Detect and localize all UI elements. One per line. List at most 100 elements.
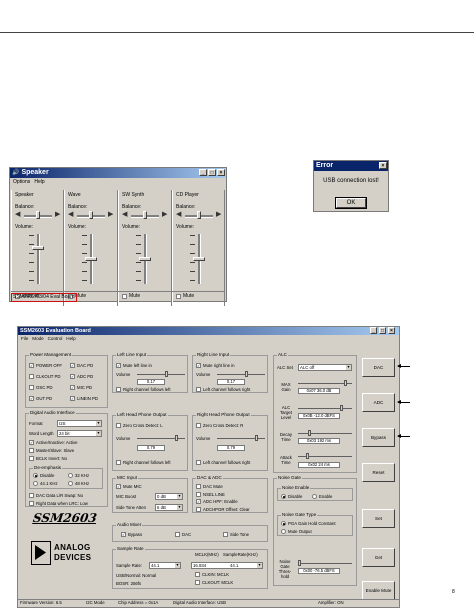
dai-checkbox[interactable]: ✓ — [29, 440, 34, 445]
eval-menu-control[interactable]: Control — [48, 336, 63, 341]
volume-slider[interactable] — [85, 257, 97, 261]
max-gain-slider[interactable] — [344, 380, 347, 386]
set-button[interactable]: Set — [362, 509, 395, 528]
right-line-follow-checkbox[interactable] — [196, 387, 201, 392]
word-length-select[interactable]: 24 bit ▼ — [57, 430, 102, 437]
maximize-icon[interactable]: □ — [208, 169, 216, 176]
balance-slider[interactable] — [89, 211, 93, 219]
eval-menu-mode[interactable]: Mode — [32, 336, 44, 341]
eval-title-bar[interactable]: SSM2603 Evaluation Board _ □ × — [18, 327, 399, 335]
right-hp-zc-checkbox[interactable] — [196, 423, 201, 428]
alc-set-select[interactable]: ALC off ▼ — [298, 364, 352, 371]
mic-boost-select[interactable]: 0 dB ▼ — [155, 493, 183, 500]
mute-output-radio[interactable] — [281, 529, 286, 534]
menu-help[interactable]: Help — [34, 179, 44, 185]
adc-button[interactable]: ADC — [362, 393, 395, 412]
clkout-checkbox[interactable] — [195, 580, 200, 585]
mic-input-title: MIC Input — [116, 475, 138, 480]
dai-checkbox[interactable] — [29, 456, 34, 461]
status-mode: I2C Mode — [86, 600, 105, 605]
dac-adc-checkbox[interactable] — [196, 491, 201, 497]
audio-mixer-checkbox[interactable] — [223, 532, 228, 537]
error-close-icon[interactable]: × — [379, 162, 387, 169]
volume-tick — [136, 262, 141, 263]
left-line-follow-checkbox[interactable] — [116, 387, 121, 392]
power-checkbox[interactable]: ✓ — [29, 396, 34, 401]
noise-disable-radio[interactable] — [281, 494, 286, 499]
ok-button[interactable]: OK — [335, 197, 367, 209]
attack-time-slider[interactable] — [306, 453, 309, 459]
mute-right-line-checkbox[interactable]: ✓ — [196, 363, 201, 368]
mute-mic-checkbox[interactable]: ✓ — [116, 484, 121, 489]
volume-track — [37, 234, 40, 284]
enable-mute-button[interactable]: Enable Mute — [362, 581, 395, 600]
power-checkbox[interactable] — [29, 385, 34, 390]
balance-slider[interactable] — [197, 211, 201, 219]
dac-button[interactable]: DAC — [362, 358, 395, 377]
volume-slider[interactable] — [139, 257, 151, 261]
dai-bottom-checkbox-label: DAC Data L/R Swap: No — [36, 493, 84, 498]
audio-mixer-checkbox[interactable] — [175, 532, 180, 537]
clkin-checkbox[interactable] — [195, 572, 200, 577]
right-line-volume-slider[interactable] — [245, 371, 248, 377]
pga-hold-radio[interactable] — [281, 521, 286, 526]
balance-slider[interactable] — [143, 211, 147, 219]
power-checkbox[interactable]: ✓ — [70, 374, 75, 379]
power-checkbox[interactable]: ✓ — [70, 385, 75, 390]
decay-time-slider[interactable] — [308, 430, 311, 436]
speaker-title-bar[interactable]: 🔊 Speaker _ □ × — [10, 168, 226, 178]
side-tone-select[interactable]: 6 dB ▼ — [155, 504, 183, 511]
volume-tick — [82, 271, 87, 272]
minimize-icon[interactable]: _ — [199, 169, 207, 176]
de-emphasis-radio[interactable] — [33, 473, 38, 478]
mclk-select[interactable]: 16.934 44.1 ▼ — [191, 562, 263, 569]
dac-adc-checkbox[interactable]: ✓ — [196, 499, 201, 504]
sample-rate-select[interactable]: 44.1 ▼ — [149, 562, 181, 569]
dac-adc-checkbox[interactable] — [196, 506, 201, 512]
noise-enable-radio[interactable] — [312, 494, 317, 499]
close-icon[interactable]: × — [217, 169, 225, 176]
balance-label: Balance: — [176, 204, 196, 210]
eval-maximize-icon[interactable]: □ — [379, 327, 386, 334]
noise-gate-type-title: Noise Gate Type — [281, 512, 318, 517]
volume-slider[interactable] — [32, 245, 44, 250]
menu-options[interactable]: Options — [13, 179, 30, 185]
dai-bottom-checkbox[interactable] — [29, 493, 34, 498]
eval-minimize-icon[interactable]: _ — [370, 327, 377, 334]
eval-menu-file[interactable]: File — [21, 336, 28, 341]
volume-slider[interactable] — [193, 257, 205, 261]
power-checkbox[interactable]: ✓ — [70, 363, 75, 368]
dac-adc-checkbox[interactable] — [196, 484, 201, 489]
dai-checkbox[interactable] — [29, 448, 34, 453]
audio-mixer-label: Side Tone — [230, 532, 250, 537]
format-select[interactable]: I2S ▼ — [57, 420, 102, 427]
reset-button[interactable]: Reset — [362, 463, 395, 482]
left-hp-volume-slider[interactable] — [175, 435, 178, 441]
right-hp-follow-checkbox[interactable] — [196, 460, 201, 465]
power-checkbox[interactable] — [29, 374, 34, 379]
left-line-volume-slider[interactable] — [165, 371, 168, 377]
left-hp-follow-checkbox[interactable] — [116, 460, 121, 465]
speaker-status-bar: SSM2602/03/04 Eval Board — [11, 291, 225, 302]
alc-target-slider[interactable] — [340, 405, 343, 411]
audio-mixer-checkbox[interactable]: ✓ — [121, 532, 126, 537]
de-emphasis-radio[interactable] — [68, 473, 73, 478]
bypass-button[interactable]: Bypass — [362, 428, 395, 447]
de-emphasis-radio[interactable] — [68, 481, 73, 486]
error-title-bar[interactable]: Error × — [314, 161, 388, 171]
left-hp-zc-checkbox[interactable] — [116, 423, 121, 428]
dai-bottom-checkbox[interactable] — [29, 501, 34, 506]
mic-input-group: MIC Input ✓ Mute MIC MIC Boost 0 dB ▼ Sid… — [112, 475, 188, 513]
right-hp-volume-slider[interactable] — [255, 435, 258, 441]
de-emphasis-radio[interactable] — [33, 481, 38, 486]
chevron-down-icon: ▼ — [177, 494, 182, 499]
get-button[interactable]: Get — [362, 548, 395, 567]
eval-menu-help[interactable]: Help — [66, 336, 75, 341]
power-checkbox[interactable]: ✓ — [70, 396, 75, 401]
power-checkbox[interactable]: ✓ — [29, 363, 34, 368]
eval-close-icon[interactable]: × — [388, 327, 395, 334]
noise-threshold-slider[interactable] — [298, 560, 301, 566]
mute-left-line-checkbox[interactable]: ✓ — [116, 363, 121, 368]
sample-rate-title: Sample Rate — [116, 546, 145, 551]
balance-slider[interactable] — [36, 211, 40, 219]
